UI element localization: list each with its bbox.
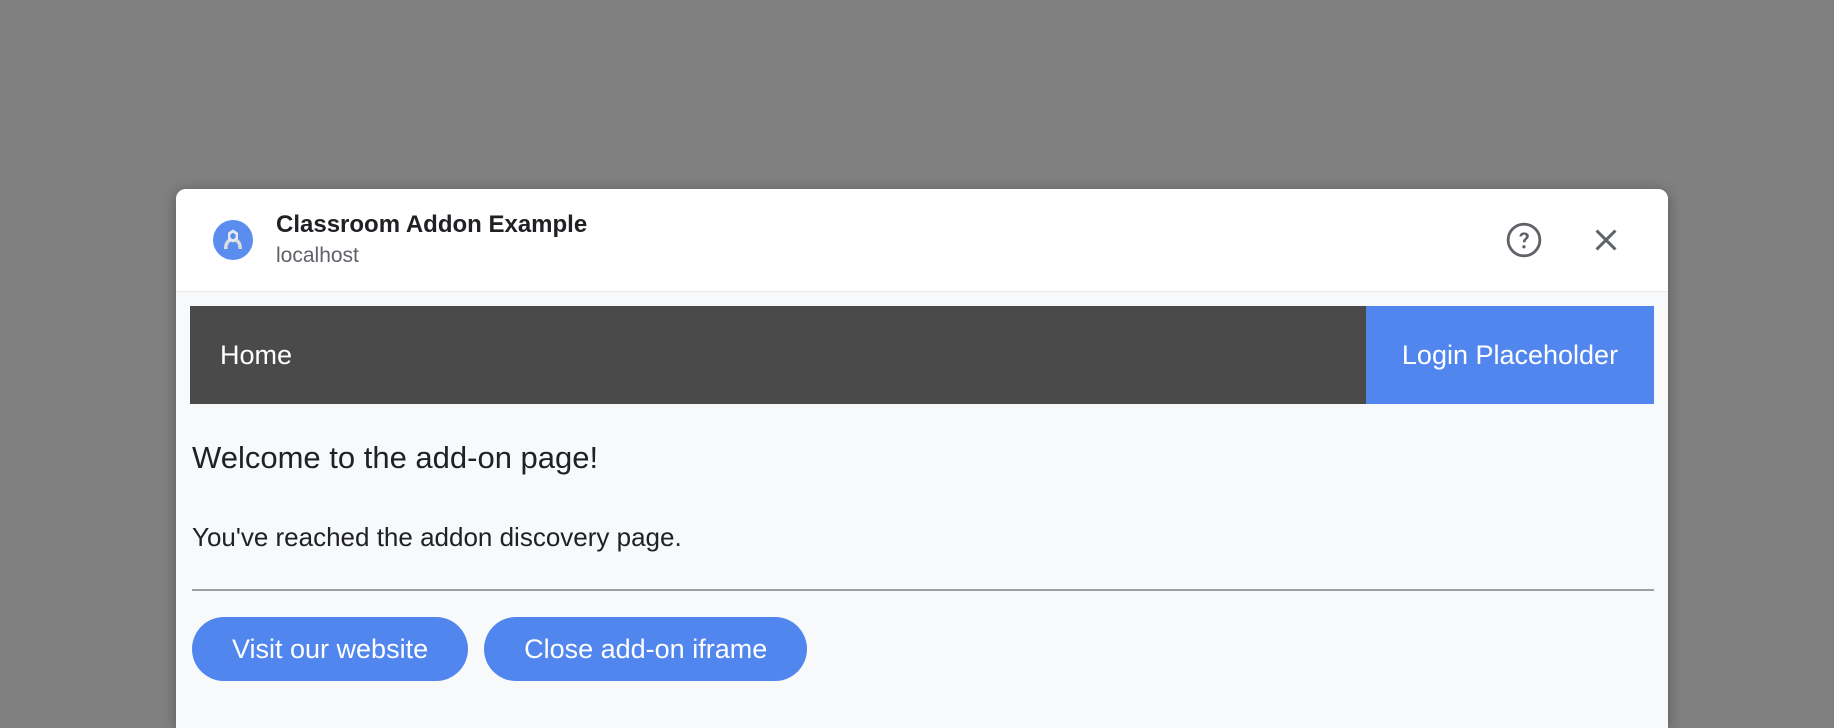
addon-dialog-header: Classroom Addon Example localhost (176, 189, 1668, 292)
addon-app-name: Classroom Addon Example (276, 210, 588, 238)
classroom-addon-icon (212, 219, 254, 261)
nav-item-home[interactable]: Home (190, 306, 1366, 404)
nav-item-login-placeholder[interactable]: Login Placeholder (1366, 306, 1654, 404)
addon-iframe-dialog: Classroom Addon Example localhost Home L… (176, 189, 1668, 728)
addon-paragraph: You've reached the addon discovery page. (192, 522, 682, 552)
addon-header-text: Classroom Addon Example localhost (276, 210, 1468, 270)
addon-app-origin: localhost (276, 243, 359, 267)
help-circle-icon[interactable] (1498, 214, 1550, 266)
addon-navbar: Home Login Placeholder (190, 306, 1654, 404)
addon-heading: Welcome to the add-on page! (192, 440, 599, 475)
close-addon-iframe-button[interactable]: Close add-on iframe (484, 617, 808, 681)
addon-action-buttons: Visit our website Close add-on iframe (192, 617, 808, 681)
divider (192, 589, 1654, 591)
close-icon[interactable] (1580, 214, 1632, 266)
addon-iframe-content: Home Login Placeholder Welcome to the ad… (176, 292, 1668, 728)
visit-our-website-button[interactable]: Visit our website (192, 617, 469, 681)
